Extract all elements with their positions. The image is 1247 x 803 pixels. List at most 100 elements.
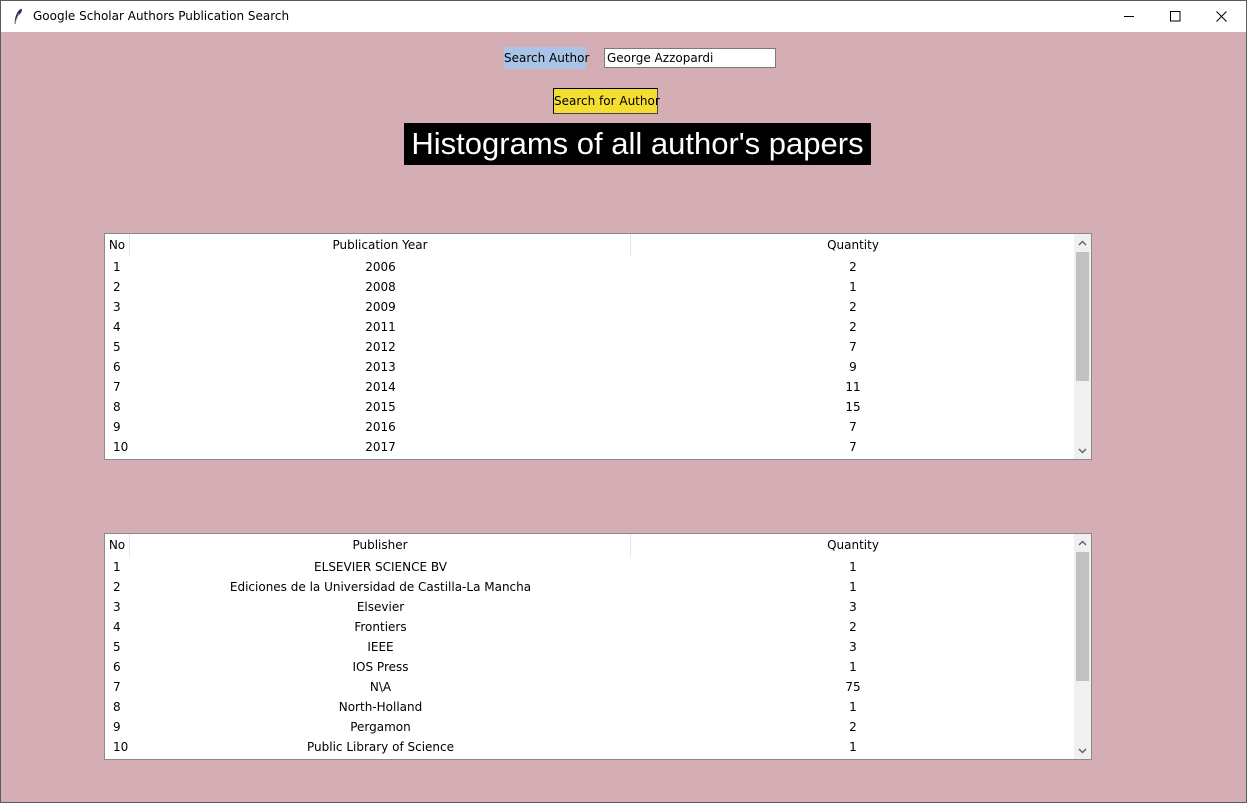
cell-quantity: 1 [849, 560, 857, 574]
cell-publisher: IOS Press [352, 660, 409, 674]
cell-quantity: 75 [845, 680, 861, 694]
cell-no: 7 [113, 680, 121, 694]
close-icon [1215, 11, 1227, 22]
cell-no: 8 [113, 400, 121, 414]
cell-no: 9 [113, 420, 121, 434]
cell-no: 6 [113, 360, 121, 374]
app-window: Google Scholar Authors Publication Searc… [0, 0, 1247, 803]
cell-year: 2015 [365, 400, 396, 414]
table-row[interactable]: 8 North-Holland 1 [105, 697, 1075, 717]
cell-no: 3 [113, 600, 121, 614]
search-author-input[interactable] [604, 48, 776, 68]
vertical-scrollbar[interactable] [1074, 534, 1091, 759]
cell-publisher: Pergamon [350, 720, 411, 734]
feather-icon [14, 8, 22, 25]
cell-quantity: 1 [849, 280, 857, 294]
table-body: 1 ELSEVIER SCIENCE BV 1 2 Ediciones de la U… [105, 557, 1075, 757]
cell-year: 2017 [365, 440, 396, 454]
cell-quantity: 1 [849, 700, 857, 714]
table-row[interactable]: 2 2008 1 [105, 277, 1075, 297]
scroll-up-button[interactable] [1074, 234, 1091, 251]
column-header-no[interactable]: No [105, 534, 130, 557]
column-header-quantity[interactable]: Quantity [631, 234, 1075, 257]
table-row[interactable]: 6 2013 9 [105, 357, 1075, 377]
window-title: Google Scholar Authors Publication Searc… [33, 9, 290, 23]
scrollbar-thumb[interactable] [1076, 252, 1089, 381]
table-row[interactable]: 6 IOS Press 1 [105, 657, 1075, 677]
scrollbar-thumb[interactable] [1076, 552, 1089, 681]
cell-quantity: 1 [849, 580, 857, 594]
table-row[interactable]: 7 N\A 75 [105, 677, 1075, 697]
cell-no: 2 [113, 280, 121, 294]
table-header: No Publication Year Quantity [105, 234, 1075, 257]
chevron-down-icon [1078, 748, 1087, 753]
table-row[interactable]: 3 2009 2 [105, 297, 1075, 317]
maximize-button[interactable] [1152, 1, 1198, 32]
cell-no: 1 [113, 560, 121, 574]
search-for-author-button[interactable]: Search for Author [553, 88, 660, 114]
cell-quantity: 2 [849, 620, 857, 634]
table-row[interactable]: 3 Elsevier 3 [105, 597, 1075, 617]
scroll-down-button[interactable] [1074, 742, 1091, 759]
table-row[interactable]: 9 Pergamon 2 [105, 717, 1075, 737]
table-row[interactable]: 10 2017 7 [105, 437, 1075, 457]
publication-year-table[interactable]: No Publication Year Quantity 1 2006 2 2 200… [104, 233, 1092, 460]
chevron-up-icon [1078, 540, 1087, 545]
cell-publisher: ELSEVIER SCIENCE BV [314, 560, 447, 574]
cell-year: 2012 [365, 340, 396, 354]
minimize-icon [1123, 16, 1134, 17]
table-row[interactable]: 5 IEEE 3 [105, 637, 1075, 657]
table-body: 1 2006 2 2 2008 1 3 2009 2 4 2011 2 5 2012 7 6 2013… [105, 257, 1075, 457]
cell-no: 9 [113, 720, 121, 734]
cell-publisher: N\A [369, 680, 392, 694]
title-bar[interactable]: Google Scholar Authors Publication Searc… [1, 1, 1246, 32]
column-header-publisher[interactable]: Publisher [130, 534, 631, 557]
cell-no: 7 [113, 380, 121, 394]
cell-quantity: 1 [849, 740, 857, 754]
cell-year: 2016 [365, 420, 396, 434]
cell-quantity: 7 [849, 420, 857, 434]
cell-no: 5 [113, 340, 121, 354]
table-row[interactable]: 8 2015 15 [105, 397, 1075, 417]
column-header-quantity[interactable]: Quantity [631, 534, 1075, 557]
table-row[interactable]: 10 Public Library of Science 1 [105, 737, 1075, 757]
cell-publisher: Frontiers [354, 620, 407, 634]
cell-quantity: 7 [849, 340, 857, 354]
cell-no: 5 [113, 640, 121, 654]
cell-no: 1 [113, 260, 121, 274]
vertical-scrollbar[interactable] [1074, 234, 1091, 459]
cell-quantity: 7 [849, 440, 857, 454]
table-row[interactable]: 4 2011 2 [105, 317, 1075, 337]
table-row[interactable]: 1 ELSEVIER SCIENCE BV 1 [105, 557, 1075, 577]
cell-quantity: 11 [845, 380, 861, 394]
cell-no: 8 [113, 700, 121, 714]
cell-year: 2006 [365, 260, 396, 274]
table-row[interactable]: 9 2016 7 [105, 417, 1075, 437]
cell-publisher: IEEE [367, 640, 394, 654]
cell-year: 2011 [365, 320, 396, 334]
table-row[interactable]: 4 Frontiers 2 [105, 617, 1075, 637]
cell-no: 4 [113, 620, 121, 634]
cell-quantity: 15 [845, 400, 861, 414]
cell-no: 2 [113, 580, 121, 594]
cell-publisher: North-Holland [338, 700, 423, 714]
column-header-publication-year[interactable]: Publication Year [130, 234, 631, 257]
cell-quantity: 2 [849, 320, 857, 334]
minimize-button[interactable] [1106, 1, 1152, 32]
table-row[interactable]: 2 Ediciones de la Universidad de Castilla… [105, 577, 1075, 597]
table-header: No Publisher Quantity [105, 534, 1075, 557]
publisher-table[interactable]: No Publisher Quantity 1 ELSEVIER SCIENCE … [104, 533, 1092, 760]
cell-no: 10 [113, 440, 129, 454]
cell-publisher: Elsevier [356, 600, 405, 614]
table-row[interactable]: 5 2012 7 [105, 337, 1075, 357]
cell-year: 2013 [365, 360, 396, 374]
table-row[interactable]: 1 2006 2 [105, 257, 1075, 277]
close-button[interactable] [1198, 1, 1244, 32]
cell-quantity: 2 [849, 300, 857, 314]
histograms-heading: Histograms of all author's papers [404, 123, 871, 165]
column-header-no[interactable]: No [105, 234, 130, 257]
table-row[interactable]: 7 2014 11 [105, 377, 1075, 397]
scroll-up-button[interactable] [1074, 534, 1091, 551]
cell-quantity: 1 [849, 660, 857, 674]
scroll-down-button[interactable] [1074, 442, 1091, 459]
